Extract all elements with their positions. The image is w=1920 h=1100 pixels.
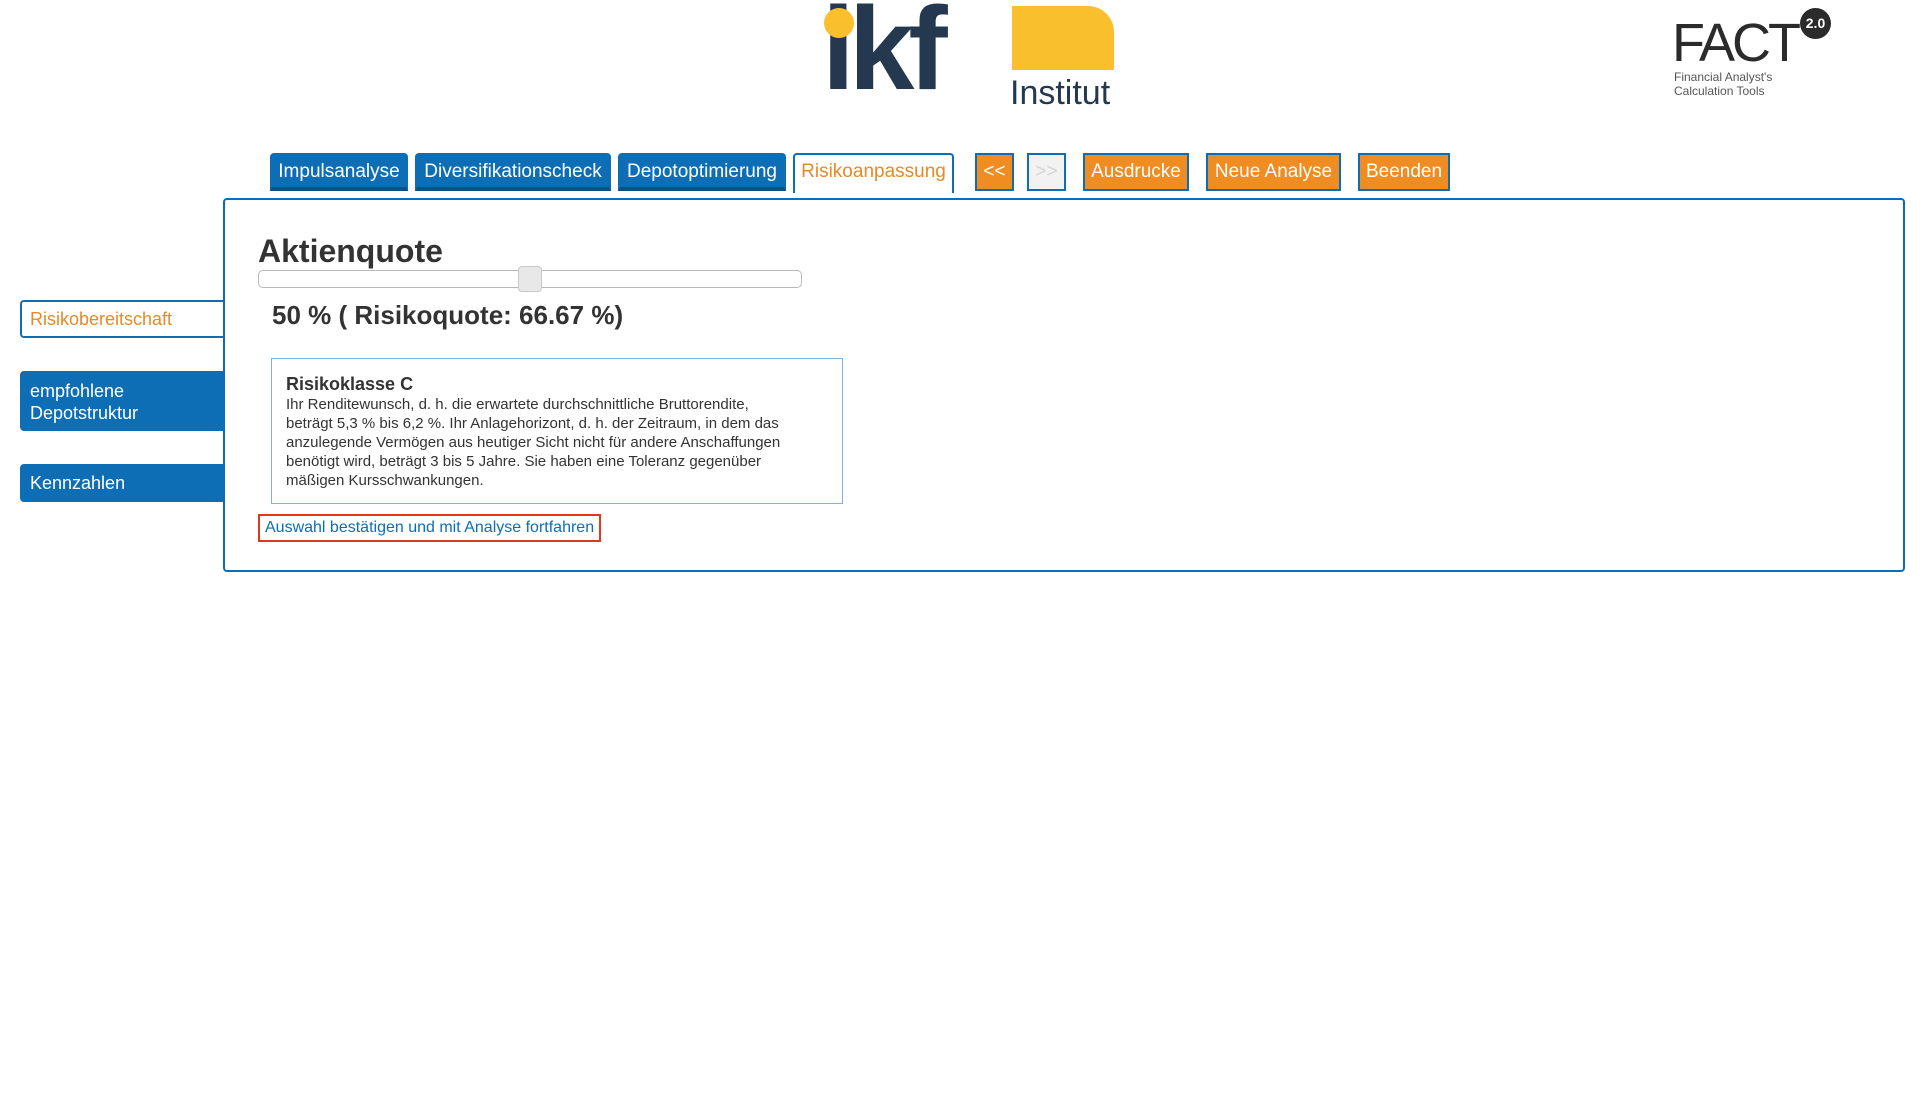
fact-logo-wordmark: FACT — [1672, 13, 1801, 73]
risk-class-line-2: beträgt 5,3 % bis 6,2 %. Ihr Anlagehoriz… — [286, 415, 779, 432]
risk-class-line-4: benötigt wird, beträgt 3 bis 5 Jahre. Si… — [286, 453, 762, 470]
fact-subtitle-line-2: Calculation Tools — [1674, 84, 1765, 98]
back-button[interactable]: << — [975, 153, 1014, 191]
ikf-logo-subtitle: Institut — [1010, 74, 1111, 112]
risk-class-line-3: anzulegende Vermögen aus heutiger Sicht … — [286, 434, 781, 451]
confirm-selection-link[interactable]: Auswahl bestätigen und mit Analyse fortf… — [258, 514, 602, 542]
sidebar-item-depotstruktur-line-1: empfohlene — [30, 381, 125, 401]
sidebar-item-depotstruktur[interactable]: empfohlene Depotstruktur — [20, 371, 223, 431]
risk-class-line-1: Ihr Renditewunsch, d. h. die erwartete d… — [286, 396, 749, 413]
fact-logo: FACT 2.0 Financial Analyst's Calculation… — [1672, 8, 1832, 104]
sidebar-item-kennzahlen[interactable]: Kennzahlen — [20, 464, 223, 502]
quota-value-text: 50 % ( Risikoquote: 66.67 %) — [272, 300, 624, 330]
ikf-logo-dot — [824, 8, 854, 38]
risk-class-description: Ihr Renditewunsch, d. h. die erwartete d… — [286, 395, 828, 490]
sidebar-item-risikobereitschaft[interactable]: Risikobereitschaft — [20, 300, 223, 338]
print-button[interactable]: Ausdrucke — [1083, 153, 1189, 191]
tab-depotoptimierung[interactable]: Depotoptimierung — [618, 153, 786, 191]
page-title: Aktienquote — [258, 233, 443, 269]
risk-class-title: Risikoklasse C — [286, 374, 414, 394]
sidebar-item-depotstruktur-line-2: Depotstruktur — [30, 403, 139, 423]
slider-handle[interactable] — [518, 266, 542, 292]
ikf-institut-logo: ikf Institut — [822, 0, 1114, 112]
fact-logo-subtitle: Financial Analyst's Calculation Tools — [1674, 70, 1772, 98]
quit-button[interactable]: Beenden — [1358, 153, 1450, 191]
risk-class-box: Risikoklasse C Ihr Renditewunsch, d. h. … — [271, 358, 843, 504]
fact-version-badge: 2.0 — [1800, 8, 1831, 39]
fact-subtitle-line-1: Financial Analyst's — [1674, 70, 1773, 84]
forward-button[interactable]: >> — [1027, 153, 1066, 191]
equity-quota-slider[interactable] — [258, 266, 802, 292]
tab-impulsanalyse[interactable]: Impulsanalyse — [270, 153, 408, 191]
ikf-logo-flag — [1012, 6, 1114, 70]
new-analysis-button[interactable]: Neue Analyse — [1206, 153, 1341, 191]
risk-class-line-5: mäßigen Kursschwankungen. — [286, 472, 484, 489]
tab-diversifikationscheck[interactable]: Diversifikationscheck — [415, 153, 611, 191]
tab-risikoanpassung[interactable]: Risikoanpassung — [793, 153, 954, 193]
